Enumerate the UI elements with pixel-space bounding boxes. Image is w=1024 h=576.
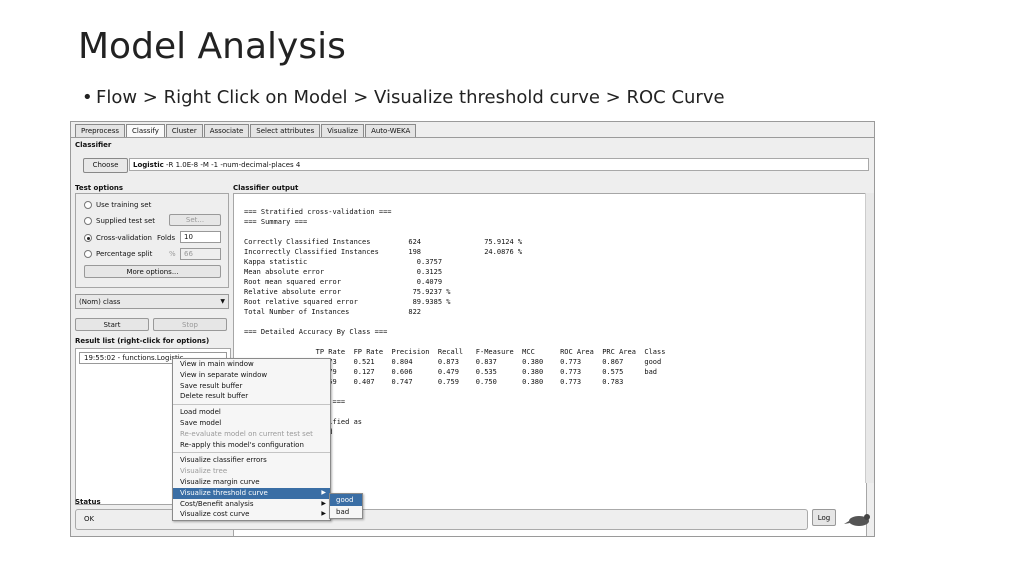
menu-item-label: Visualize margin curve bbox=[180, 477, 260, 486]
radio-icon bbox=[84, 201, 92, 209]
log-button[interactable]: Log bbox=[812, 509, 836, 526]
menu-item-label: Cost/Benefit analysis bbox=[180, 499, 254, 508]
output-line: === Detailed Accuracy By Class === bbox=[244, 328, 388, 336]
radio-label: Supplied test set bbox=[96, 217, 155, 225]
radio-label: Percentage split bbox=[96, 250, 153, 258]
submenu-arrow-icon: ▶ bbox=[321, 510, 326, 518]
menu-item-save-model[interactable]: Save model bbox=[173, 418, 330, 429]
tab-classify[interactable]: Classify bbox=[126, 124, 165, 138]
output-line: Root mean squared error 0.4079 bbox=[244, 278, 443, 286]
menu-item-save-result-buffer[interactable]: Save result buffer bbox=[173, 381, 330, 392]
classifier-section-label: Classifier bbox=[75, 141, 112, 149]
output-line: Root relative squared error 89.9385 % bbox=[244, 298, 451, 306]
tab-cluster[interactable]: Cluster bbox=[165, 124, 203, 138]
menu-item-visualize-classifier-errors[interactable]: Visualize classifier errors bbox=[173, 455, 330, 466]
classifier-config-field[interactable]: Logistic -R 1.0E-8 -M -1 -num-decimal-pl… bbox=[129, 158, 869, 171]
status-label: Status bbox=[75, 498, 101, 506]
result-context-menu: View in main window View in separate wind… bbox=[172, 358, 331, 522]
output-scrollbar[interactable] bbox=[865, 193, 874, 483]
tab-associate[interactable]: Associate bbox=[203, 124, 250, 138]
submenu-arrow-icon: ▶ bbox=[321, 499, 326, 507]
radio-percentage-split[interactable]: Percentage split bbox=[84, 248, 152, 260]
output-line: Incorrectly Classified Instances 198 24.… bbox=[244, 248, 523, 256]
tab-bar: Preprocess Classify Cluster Associate Se… bbox=[75, 124, 417, 138]
choose-button[interactable]: Choose bbox=[83, 158, 128, 173]
chevron-down-icon: ▼ bbox=[220, 298, 225, 305]
menu-item-label: Visualize threshold curve bbox=[180, 488, 268, 497]
menu-item-label: Save result buffer bbox=[180, 381, 243, 390]
menu-item-re-evaluate-model-on-current-test-set[interactable]: Re-evaluate model on current test set bbox=[173, 429, 330, 440]
set-button[interactable]: Set... bbox=[169, 214, 221, 226]
percent-input[interactable]: 66 bbox=[180, 248, 221, 260]
threshold-curve-submenu: good bad bbox=[329, 493, 363, 519]
class-select[interactable]: (Nom) class ▼ bbox=[75, 294, 229, 309]
tab-preprocess[interactable]: Preprocess bbox=[75, 124, 126, 138]
classifier-name: Logistic bbox=[133, 161, 164, 169]
menu-item-label: Re-evaluate model on current test set bbox=[180, 429, 313, 438]
menu-item-label: View in separate window bbox=[180, 370, 268, 379]
classifier-options: -R 1.0E-8 -M -1 -num-decimal-places 4 bbox=[163, 161, 301, 169]
menu-item-label: Visualize classifier errors bbox=[180, 456, 267, 465]
menu-item-view-in-main-window[interactable]: View in main window bbox=[173, 359, 330, 370]
output-line: Relative absolute error 75.9237 % bbox=[244, 288, 451, 296]
menu-item-cost-benefit-analysis[interactable]: Cost/Benefit analysis ▶ bbox=[173, 499, 330, 510]
output-line: Correctly Classified Instances 624 75.91… bbox=[244, 238, 523, 246]
menu-item-load-model[interactable]: Load model bbox=[173, 407, 330, 418]
result-list-label: Result list (right-click for options) bbox=[75, 337, 210, 345]
radio-label: Cross-validation bbox=[96, 234, 152, 242]
menu-item-visualize-threshold-curve[interactable]: Visualize threshold curve ▶ bbox=[173, 487, 330, 499]
output-line: Total Number of Instances 822 bbox=[244, 308, 422, 316]
stop-button[interactable]: Stop bbox=[153, 318, 227, 331]
tab-divider bbox=[71, 137, 874, 138]
folds-label: Folds bbox=[157, 234, 176, 242]
menu-item-label: Save model bbox=[180, 418, 222, 427]
menu-item-label: Visualize cost curve bbox=[180, 510, 250, 519]
menu-item-re-apply-this-model-s-configuration[interactable]: Re-apply this model's configuration bbox=[173, 440, 330, 451]
folds-input[interactable]: 10 bbox=[180, 231, 221, 243]
submenu-arrow-icon: ▶ bbox=[321, 488, 326, 496]
tab-select-attributes[interactable]: Select attributes bbox=[250, 124, 321, 138]
slide-bullet: • Flow > Right Click on Model > Visualize… bbox=[82, 87, 725, 108]
weka-explorer-window: Preprocess Classify Cluster Associate Se… bbox=[70, 121, 875, 537]
submenu-item-bad[interactable]: bad bbox=[330, 506, 362, 518]
output-line: Kappa statistic 0.3757 bbox=[244, 258, 443, 266]
menu-item-visualize-tree[interactable]: Visualize tree bbox=[173, 466, 330, 477]
menu-item-label: Visualize tree bbox=[180, 467, 228, 476]
menu-item-view-in-separate-window[interactable]: View in separate window bbox=[173, 370, 330, 381]
class-select-value: (Nom) class bbox=[79, 298, 121, 306]
weka-bird-icon bbox=[844, 514, 870, 526]
submenu-item-good[interactable]: good bbox=[330, 494, 362, 506]
radio-icon bbox=[84, 234, 92, 242]
radio-supplied-test-set[interactable]: Supplied test set bbox=[84, 215, 155, 227]
menu-item-delete-result-buffer[interactable]: Delete result buffer bbox=[173, 391, 330, 402]
menu-item-visualize-margin-curve[interactable]: Visualize margin curve bbox=[173, 477, 330, 488]
radio-icon bbox=[84, 250, 92, 258]
output-line: === Stratified cross-validation === bbox=[244, 208, 392, 216]
bullet-dot: • bbox=[82, 87, 93, 108]
output-line: Mean absolute error 0.3125 bbox=[244, 268, 443, 276]
test-options-label: Test options bbox=[75, 184, 124, 192]
slide-title: Model Analysis bbox=[78, 26, 346, 67]
percent-symbol: % bbox=[169, 250, 176, 258]
menu-item-label: View in main window bbox=[180, 360, 254, 368]
radio-cross-validation[interactable]: Cross-validation bbox=[84, 232, 152, 244]
menu-separator bbox=[173, 452, 330, 454]
radio-use-training-set[interactable]: Use training set bbox=[84, 199, 151, 211]
menu-item-label: Delete result buffer bbox=[180, 392, 249, 401]
menu-item-label: Re-apply this model's configuration bbox=[180, 440, 304, 449]
menu-item-label: Load model bbox=[180, 408, 221, 417]
tab-visualize[interactable]: Visualize bbox=[321, 124, 365, 138]
output-line: Time taken to build model: 0.56 seconds bbox=[244, 194, 408, 196]
menu-separator bbox=[173, 404, 330, 406]
tab-auto-weka[interactable]: Auto-WEKA bbox=[365, 124, 417, 138]
output-line: === Summary === bbox=[244, 218, 308, 226]
more-options-button[interactable]: More options... bbox=[84, 265, 221, 278]
radio-icon bbox=[84, 217, 92, 225]
bullet-text: Flow > Right Click on Model > Visualize … bbox=[96, 87, 725, 108]
output-line: TP Rate FP Rate Precision Recall F-Measu… bbox=[244, 348, 666, 356]
menu-item-visualize-cost-curve[interactable]: Visualize cost curve ▶ bbox=[173, 509, 330, 520]
start-button[interactable]: Start bbox=[75, 318, 149, 331]
classifier-output-label: Classifier output bbox=[233, 184, 299, 192]
radio-label: Use training set bbox=[96, 201, 152, 209]
